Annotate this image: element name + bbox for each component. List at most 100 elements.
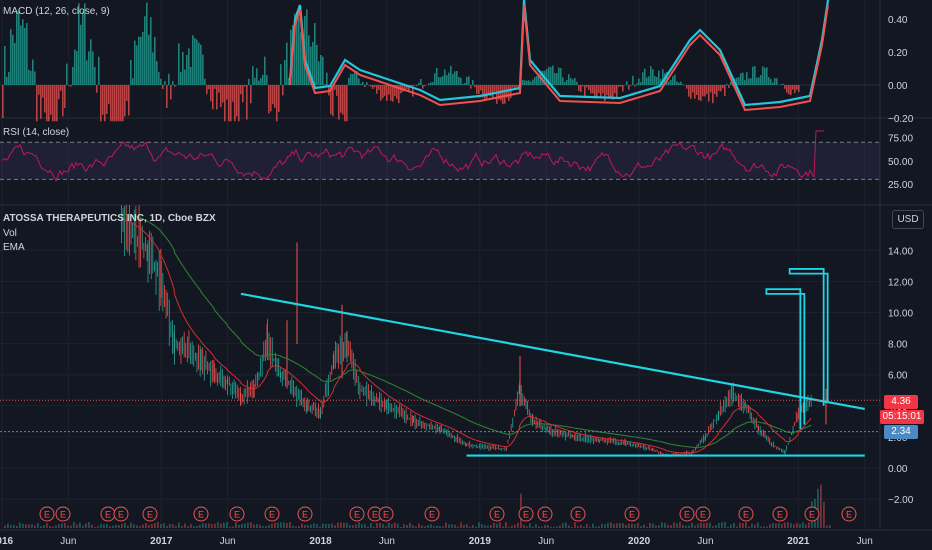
- volume-bar: [712, 526, 714, 528]
- earnings-marker-label: E: [575, 510, 581, 520]
- macd-histogram-bar: [608, 85, 610, 99]
- earnings-marker[interactable]: E: [695, 506, 711, 522]
- macd-histogram-bar: [206, 85, 208, 95]
- macd-histogram-bar: [38, 85, 40, 95]
- macd-histogram-bar: [480, 85, 482, 91]
- volume-bar: [787, 522, 789, 528]
- volume-legend[interactable]: Vol: [3, 228, 17, 239]
- macd-histogram-bar: [184, 69, 186, 85]
- volume-bar: [343, 522, 345, 528]
- volume-bar: [664, 522, 666, 528]
- macd-histogram-bar: [50, 85, 52, 115]
- time-axis-label: 2018: [309, 536, 332, 547]
- macd-histogram-bar: [68, 85, 70, 86]
- volume-bar: [247, 522, 249, 528]
- macd-legend[interactable]: MACD (12, 26, close, 9): [3, 6, 110, 17]
- volume-bar: [472, 524, 474, 528]
- macd-histogram-bar: [604, 85, 606, 102]
- macd-histogram-bar: [324, 84, 326, 85]
- volume-bar: [484, 525, 486, 528]
- volume-bar: [283, 522, 285, 528]
- earnings-marker[interactable]: E: [772, 506, 788, 522]
- earnings-marker[interactable]: E: [537, 506, 553, 522]
- macd-histogram-bar: [626, 81, 628, 85]
- macd-histogram-bar: [690, 85, 692, 99]
- macd-histogram-bar: [26, 23, 28, 85]
- volume-bar: [688, 525, 690, 528]
- macd-histogram-bar: [258, 80, 260, 85]
- volume-bar: [109, 526, 111, 528]
- macd-histogram-bar: [360, 83, 362, 85]
- earnings-marker[interactable]: E: [624, 506, 640, 522]
- macd-histogram-bar: [740, 73, 742, 85]
- macd-histogram-bar: [672, 76, 674, 85]
- earnings-marker[interactable]: E: [193, 506, 209, 522]
- volume-bar: [313, 523, 315, 528]
- volume-bar: [379, 522, 381, 528]
- earnings-marker-label: E: [629, 510, 635, 520]
- macd-histogram-bar: [254, 77, 256, 85]
- chart-canvas[interactable]: EEEEEEEEEEEEEEEEEEEEEEEE 2016Jun2017Jun2…: [0, 0, 932, 550]
- volume-bar: [400, 526, 402, 528]
- volume-bar: [466, 524, 468, 528]
- macd-histogram-bar: [202, 54, 204, 85]
- volume-bar: [376, 523, 378, 528]
- macd-histogram-bar: [320, 55, 322, 85]
- volume-bar: [190, 523, 192, 528]
- volume-bar: [634, 524, 636, 528]
- macd-histogram-bar: [574, 77, 576, 85]
- macd-histogram-bar: [238, 85, 240, 122]
- macd-histogram-bar: [714, 85, 716, 95]
- macd-histogram-bar: [550, 67, 552, 85]
- earnings-marker[interactable]: E: [679, 506, 695, 522]
- ema-legend[interactable]: EMA: [3, 242, 25, 253]
- earnings-marker[interactable]: E: [229, 506, 245, 522]
- tradingview-chart[interactable]: EEEEEEEEEEEEEEEEEEEEEEEE 2016Jun2017Jun2…: [0, 0, 932, 550]
- earnings-marker[interactable]: E: [264, 506, 280, 522]
- earnings-marker[interactable]: E: [100, 506, 116, 522]
- macd-histogram-bar: [66, 63, 68, 85]
- macd-histogram-bar: [32, 59, 34, 85]
- volume-bar: [793, 524, 795, 528]
- macd-histogram-bar: [564, 82, 566, 85]
- earnings-marker[interactable]: E: [424, 506, 440, 522]
- earnings-marker[interactable]: E: [39, 506, 55, 522]
- earnings-marker[interactable]: E: [113, 506, 129, 522]
- symbol-legend[interactable]: ATOSSA THERAPEUTICS INC, 1D, Cboe BZX: [3, 213, 216, 224]
- macd-histogram-bar: [72, 67, 74, 85]
- earnings-marker[interactable]: E: [55, 506, 71, 522]
- earnings-marker-label: E: [234, 510, 240, 520]
- macd-histogram-bar: [794, 85, 796, 94]
- earnings-marker[interactable]: E: [297, 506, 313, 522]
- macd-histogram-bar: [146, 2, 148, 85]
- macd-histogram-bar: [440, 77, 442, 85]
- earnings-marker[interactable]: E: [738, 506, 754, 522]
- macd-histogram-bar: [588, 85, 590, 91]
- volume-bar: [235, 522, 237, 528]
- rsi-legend[interactable]: RSI (14, close): [3, 127, 69, 138]
- earnings-marker[interactable]: E: [570, 506, 586, 522]
- macd-histogram-bar: [224, 85, 226, 122]
- time-axis-label: Jun: [538, 536, 554, 547]
- macd-histogram-bar: [710, 85, 712, 93]
- earnings-marker[interactable]: E: [518, 506, 534, 522]
- macd-histogram-bar: [530, 81, 532, 85]
- earnings-marker[interactable]: E: [489, 506, 505, 522]
- macd-histogram-bar: [452, 73, 454, 85]
- currency-button[interactable]: USD: [892, 210, 924, 229]
- volume-bar: [706, 522, 708, 528]
- earnings-marker[interactable]: E: [804, 506, 820, 522]
- earnings-marker[interactable]: E: [349, 506, 365, 522]
- volume-bar: [433, 526, 435, 528]
- macd-histogram-bar: [696, 85, 698, 95]
- macd-histogram-bar: [240, 85, 242, 95]
- earnings-marker[interactable]: E: [142, 506, 158, 522]
- volume-bar: [40, 526, 42, 528]
- macd-histogram-bar: [716, 85, 718, 97]
- earnings-marker[interactable]: E: [841, 506, 857, 522]
- volume-bar: [256, 524, 258, 528]
- volume-bar: [460, 522, 462, 528]
- macd-histogram-bar: [380, 85, 382, 101]
- macd-histogram-bar: [546, 69, 548, 85]
- earnings-marker[interactable]: E: [378, 506, 394, 522]
